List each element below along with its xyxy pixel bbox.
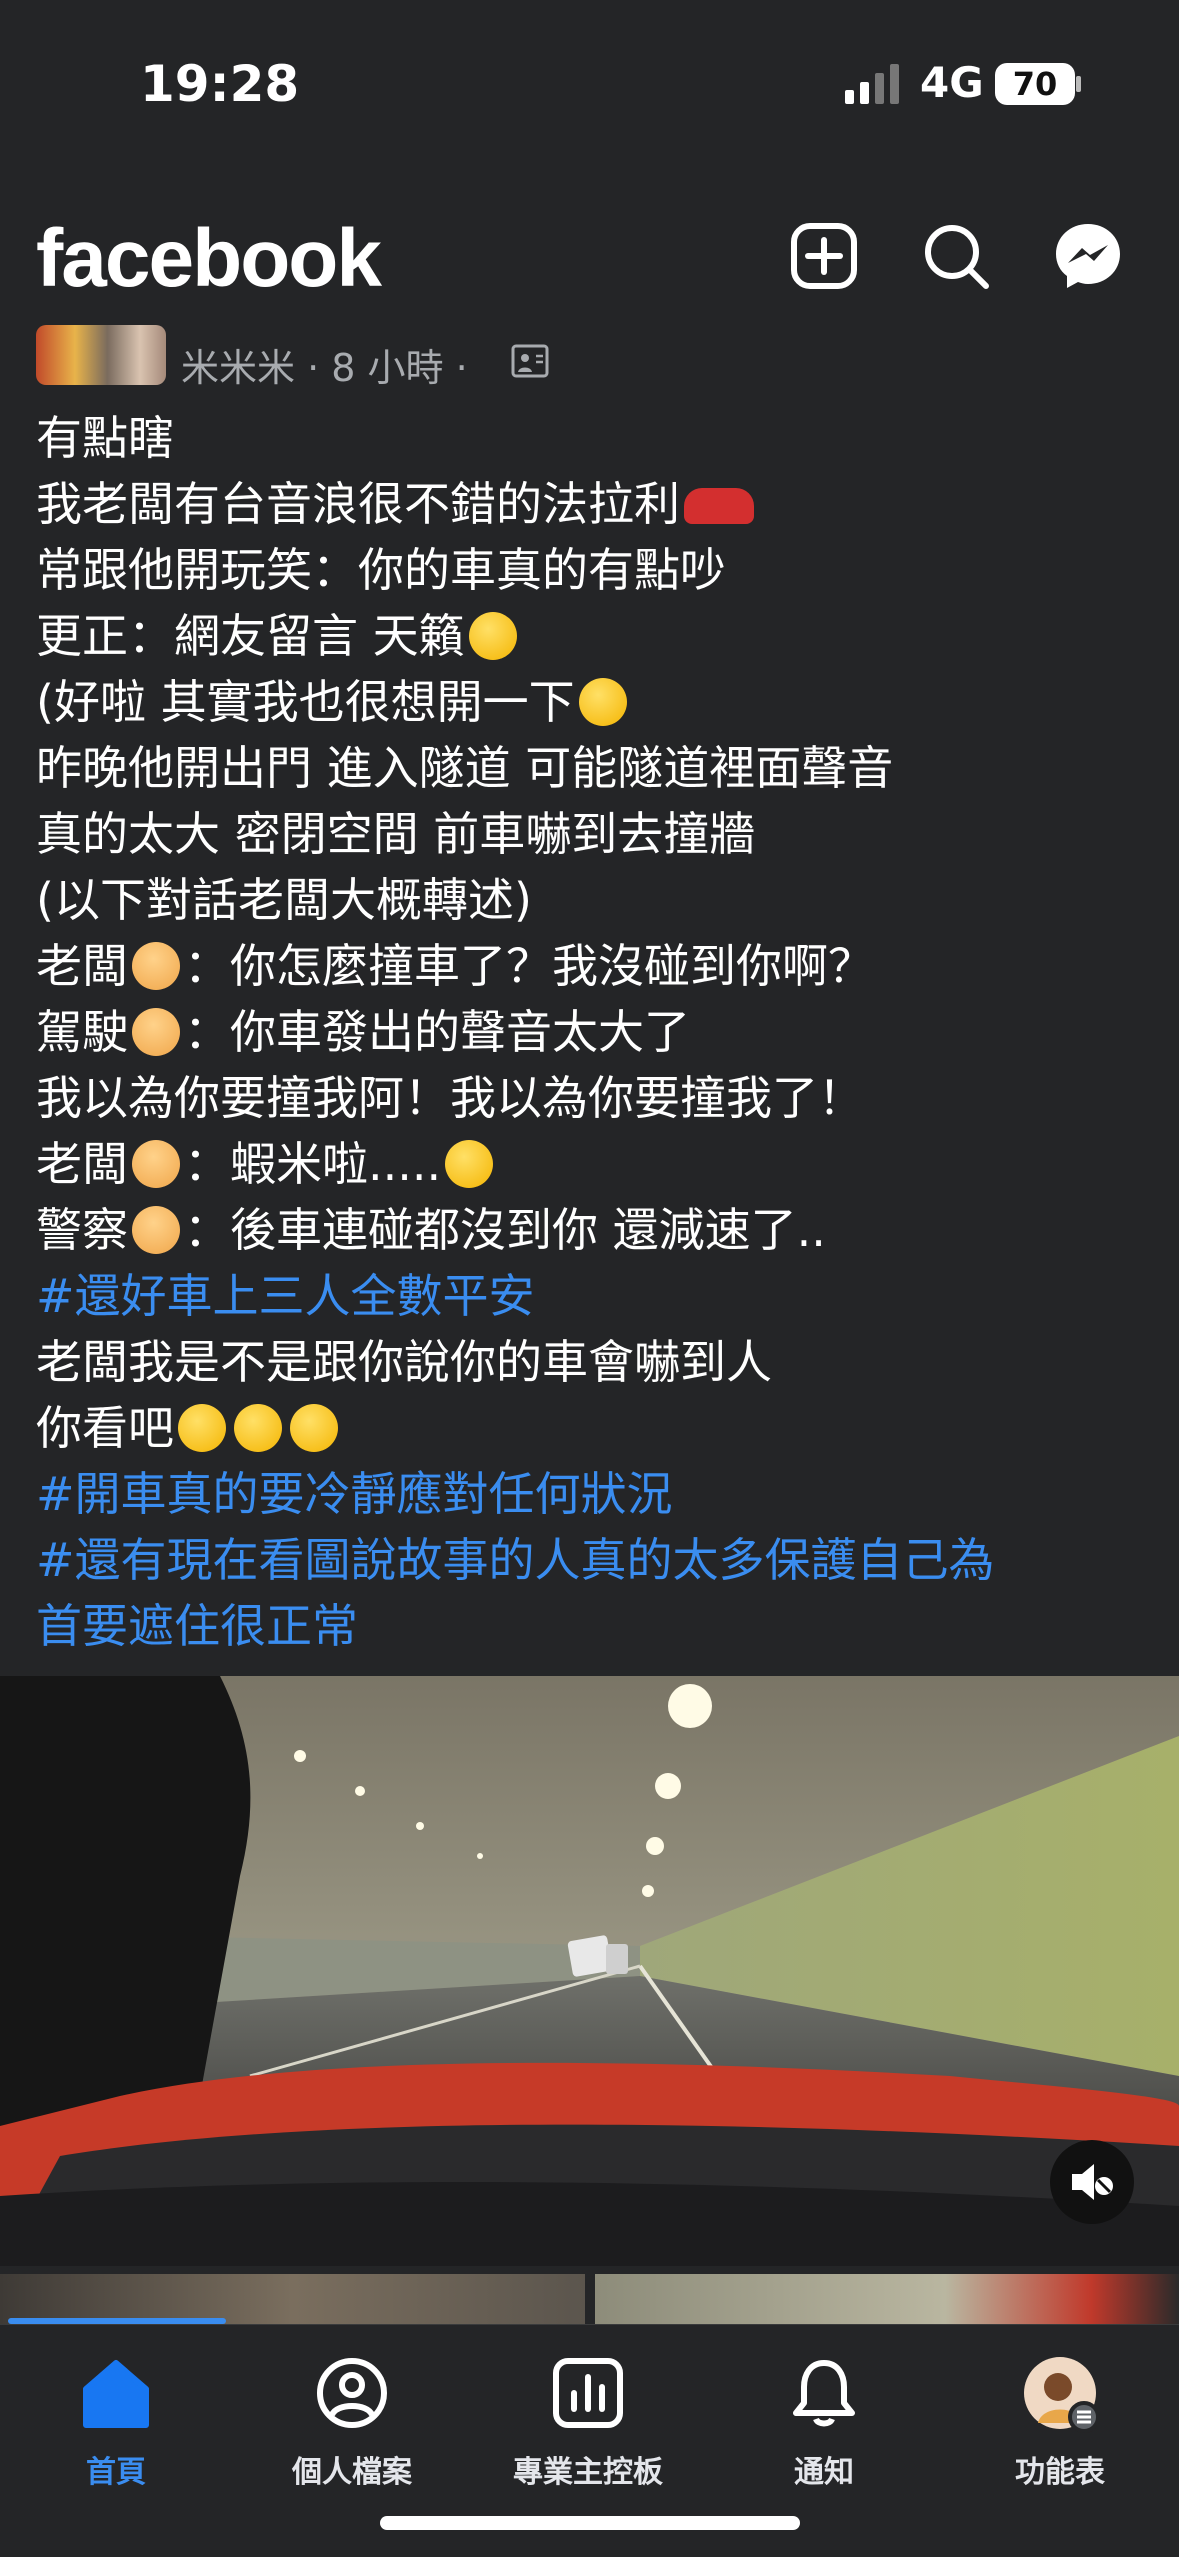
nav-notifications[interactable]: 通知: [724, 2353, 924, 2503]
dashboard-icon: [553, 2358, 623, 2428]
media-thumbnails[interactable]: [0, 2274, 1179, 2324]
muted-speaker-icon: [1072, 2164, 1113, 2200]
app-header: facebook: [0, 200, 1179, 310]
post-line: 我以為你要撞我阿！我以為你要撞我了！: [36, 1071, 864, 1125]
status-bar: 19:28 4G 70: [0, 0, 1179, 170]
nav-label: 通知: [794, 2455, 854, 2490]
police-officer-emoji-icon: [132, 1206, 180, 1254]
author-meta: 米米米 · 8 小時 ·: [181, 337, 468, 392]
post-line-text: (好啦 其實我也很想開一下: [36, 675, 575, 729]
signal-icon: [845, 64, 899, 104]
add-icon[interactable]: [788, 220, 860, 292]
race-car-icon: [684, 488, 754, 524]
nav-home[interactable]: 首頁: [16, 2353, 216, 2503]
battery-nub: [1076, 76, 1081, 92]
post-line: 老闆 ：蝦米啦.....: [36, 1131, 1146, 1197]
menu-avatar-icon: [1024, 2357, 1100, 2433]
post-text: 有點瞎 我老闆有台音浪很不錯的法拉利 常跟他開玩笑：你的車真的有點吵 更正：網友…: [36, 405, 1146, 1659]
post-line: 你看吧: [36, 1395, 1146, 1461]
audience-icon: [511, 344, 549, 378]
messenger-icon[interactable]: [1052, 220, 1124, 292]
hashtag-link[interactable]: #還有現在看圖說故事的人真的太多保護自己為: [36, 1527, 1146, 1593]
network-type: 4G: [920, 58, 984, 107]
author-avatar[interactable]: [36, 325, 166, 385]
search-icon[interactable]: [920, 220, 992, 292]
woman-emoji-icon: [132, 1008, 180, 1056]
post-line: 老闆 ：你怎麼撞車了？我沒碰到你啊？: [36, 933, 1146, 999]
hand-over-mouth-emoji-icon: [578, 678, 627, 726]
nav-menu[interactable]: 功能表: [960, 2353, 1160, 2503]
post-line: 警察 ：後車連碰都沒到你 還減速了..: [36, 1197, 1146, 1263]
anxious-emoji-icon: [445, 1140, 494, 1188]
post-line-text: 更正：網友留言 天籟: [36, 609, 465, 663]
hashtag-link[interactable]: #還好車上三人全數平安: [36, 1263, 1146, 1329]
post-line: (以下對話老闆大概轉述): [36, 873, 532, 927]
tunnel-video-frame: [0, 1676, 1179, 2266]
facebook-logo[interactable]: facebook: [36, 212, 382, 306]
post-line-text: ：後車連碰都沒到你 還減速了..: [184, 1203, 826, 1257]
nav-label: 專業主控板: [513, 2455, 663, 2490]
man-emoji-icon: [132, 1140, 180, 1188]
post-line: 真的太大 密閉空間 前車嚇到去撞牆: [36, 807, 756, 861]
battery-level: 70: [1012, 65, 1058, 103]
laughing-emoji-icon: [468, 612, 517, 660]
post-time: · 8 小時 ·: [307, 346, 468, 390]
post-line-text: 老闆: [36, 1137, 128, 1191]
post-line: 常跟他開玩笑：你的車真的有點吵: [36, 543, 726, 597]
mute-button[interactable]: [1050, 2140, 1134, 2224]
post-line: 更正：網友留言 天籟: [36, 603, 1146, 669]
post-line: 駕駛 ：你車發出的聲音太大了: [36, 999, 1146, 1065]
post-line-text: ：你車發出的聲音太大了: [184, 1005, 690, 1059]
post-line: 有點瞎: [36, 411, 174, 465]
post-line: 老闆我是不是跟你說你的車會嚇到人: [36, 1335, 772, 1389]
post-line-text: 駕駛: [36, 1005, 128, 1059]
post-line-text: 警察: [36, 1203, 128, 1257]
home-indicator[interactable]: [380, 2516, 800, 2530]
nav-dashboard[interactable]: 專業主控板: [488, 2353, 688, 2503]
post-line: (好啦 其實我也很想開一下: [36, 669, 1146, 735]
post-line: 我老闆有台音浪很不錯的法拉利: [36, 471, 1146, 537]
bell-icon: [793, 2360, 855, 2427]
home-icon: [83, 2360, 149, 2428]
post-video[interactable]: [0, 1676, 1179, 2266]
thumbnail[interactable]: [0, 2274, 585, 2324]
post-line-text: 我老闆有台音浪很不錯的法拉利: [36, 477, 680, 531]
hashtag-link[interactable]: #開車真的要冷靜應對任何狀況: [36, 1461, 1146, 1527]
hashtag-link[interactable]: 首要遮住很正常: [36, 1593, 1146, 1659]
nav-profile[interactable]: 個人檔案: [252, 2353, 452, 2503]
author-name[interactable]: 米米米: [181, 346, 295, 390]
sweat-smile-emoji-icon: [234, 1404, 282, 1452]
nav-label: 個人檔案: [292, 2455, 412, 2490]
battery-icon: 70: [995, 63, 1075, 105]
post-line-text: ：你怎麼撞車了？我沒碰到你啊？: [184, 939, 874, 993]
man-emoji-icon: [132, 942, 180, 990]
post-line-text: ：蝦米啦.....: [184, 1137, 442, 1191]
profile-icon: [317, 2358, 387, 2428]
sweat-smile-emoji-icon: [178, 1404, 226, 1452]
status-time: 19:28: [140, 55, 300, 113]
post-line-text: 你看吧: [36, 1401, 174, 1455]
nav-label: 首頁: [86, 2455, 146, 2490]
thumbnail[interactable]: [595, 2274, 1179, 2324]
nav-label: 功能表: [1015, 2455, 1105, 2490]
sweat-smile-emoji-icon: [290, 1404, 338, 1452]
post-line-text: 老闆: [36, 939, 128, 993]
post-line: 昨晚他開出門 進入隧道 可能隧道裡面聲音: [36, 741, 894, 795]
